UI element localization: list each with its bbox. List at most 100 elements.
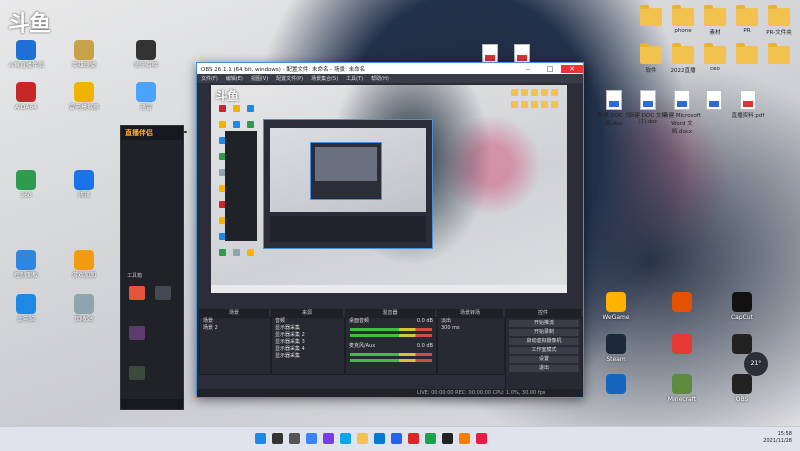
edge-icon[interactable]: [340, 433, 351, 444]
live-companion-window[interactable]: 直播伴侣 工具箱: [120, 125, 187, 410]
chrome-icon[interactable]: [425, 433, 436, 444]
obs-icon[interactable]: [442, 433, 453, 444]
desktop-icon[interactable]: 360: [2, 170, 50, 199]
pdf-file-icon[interactable]: [740, 90, 756, 110]
pdf-file-icon[interactable]: [514, 44, 530, 64]
desktop-icon[interactable]: 游戏加加: [60, 250, 108, 279]
desktop-icon[interactable]: [658, 334, 706, 356]
settings-icon[interactable]: [129, 366, 145, 380]
source-item[interactable]: 音频: [272, 318, 344, 325]
folder-icon[interactable]: [672, 43, 694, 64]
close-icon[interactable]: ✕: [561, 64, 583, 73]
transitions-panel[interactable]: 淡出 300 ms: [437, 317, 505, 375]
obs-preview[interactable]: 斗鱼: [211, 85, 567, 293]
sidebar-item-tools[interactable]: 工具箱: [127, 272, 142, 279]
folder-icon[interactable]: [768, 43, 790, 64]
control-button[interactable]: 工作室模式: [509, 347, 579, 354]
scenes-panel[interactable]: 场景 场景 2: [199, 317, 271, 375]
transition-type-select[interactable]: 淡出: [438, 318, 504, 325]
wps-icon[interactable]: [408, 433, 419, 444]
menu-item[interactable]: 文件(F): [201, 75, 218, 82]
word-file-icon[interactable]: [674, 90, 690, 110]
taskview-icon[interactable]: [289, 433, 300, 444]
source-item[interactable]: 显示器采集 3: [272, 339, 344, 346]
menu-item[interactable]: 配置文件(P): [276, 75, 303, 82]
folder-icon[interactable]: [672, 5, 694, 26]
control-button[interactable]: 开始录制: [509, 329, 579, 336]
scene-item[interactable]: 场景 2: [200, 325, 270, 332]
chat-icon[interactable]: [323, 433, 334, 444]
desktop-icon[interactable]: 腾讯: [60, 170, 108, 199]
desktop-icon[interactable]: 迅雷: [122, 82, 170, 111]
desktop-icon[interactable]: [658, 292, 706, 314]
app-icon: [74, 40, 94, 60]
menu-item[interactable]: 视图(V): [251, 75, 268, 82]
widgets-icon[interactable]: [306, 433, 317, 444]
folder-icon[interactable]: [640, 5, 662, 26]
system-tray-clock[interactable]: 15:58 2021/11/28: [763, 431, 792, 445]
menu-item[interactable]: 编辑(E): [226, 75, 243, 82]
folder-label: ceo: [710, 66, 720, 72]
word-file-icon[interactable]: [706, 90, 722, 110]
live-icon[interactable]: [476, 433, 487, 444]
desktop-icon[interactable]: OBS: [718, 374, 766, 403]
file-label: 新建 Microsoft Word 文档.docx: [663, 113, 701, 135]
minimize-icon[interactable]: –: [517, 65, 539, 73]
maximize-icon[interactable]: □: [539, 65, 561, 73]
folder-icon[interactable]: [640, 43, 662, 64]
word-file-icon[interactable]: [640, 90, 656, 110]
desktop-icon[interactable]: 使命召唤: [122, 40, 170, 69]
desktop-icon[interactable]: 斗鱼直播伴侣: [2, 40, 50, 69]
menu-item[interactable]: 工具(T): [346, 75, 363, 82]
desktop-icon[interactable]: CapCut: [718, 292, 766, 321]
gift-icon[interactable]: [129, 326, 145, 340]
pdf-file-icon[interactable]: [482, 44, 498, 64]
live-room-icon[interactable]: [129, 286, 145, 300]
desktop-icon[interactable]: 控制面板: [2, 250, 50, 279]
folder-icon[interactable]: [704, 5, 726, 26]
control-button[interactable]: 开始推流: [509, 320, 579, 327]
desktop-icon[interactable]: Steam: [592, 334, 640, 363]
desktop-icon[interactable]: WeGame: [592, 292, 640, 321]
desktop-icon-label: 腾讯: [77, 192, 90, 199]
explorer-icon[interactable]: [357, 433, 368, 444]
source-item[interactable]: 显示器采集: [272, 325, 344, 332]
audio-meter: [350, 334, 432, 337]
app-icon: [136, 40, 156, 60]
obs-window[interactable]: OBS 26.1.1 (64 bit, windows) - 配置文件: 未命名…: [196, 62, 584, 398]
desktop-icon[interactable]: 英雄联盟: [60, 40, 108, 69]
control-button[interactable]: 启动虚拟摄像机: [509, 338, 579, 345]
store-icon[interactable]: [374, 433, 385, 444]
desktop-icon-label: OBS: [735, 396, 749, 403]
desktop-icon[interactable]: Minecraft: [658, 374, 706, 403]
folder-icon[interactable]: [704, 43, 726, 64]
source-item[interactable]: 显示器采集: [272, 353, 344, 360]
word-file-icon[interactable]: [606, 90, 622, 110]
obs-titlebar[interactable]: OBS 26.1.1 (64 bit, windows) - 配置文件: 未命名…: [197, 63, 583, 74]
douyu-icon[interactable]: [459, 433, 470, 444]
folder-icon[interactable]: [736, 5, 758, 26]
transition-duration-field[interactable]: 300 ms: [438, 325, 504, 332]
barrage-icon[interactable]: [155, 286, 171, 300]
sources-panel[interactable]: 音频 显示器采集 显示器采集 2 显示器采集 3 显示器采集 4 显示器采集: [271, 317, 345, 375]
weather-bubble[interactable]: 21°: [744, 352, 768, 376]
desktop-icon[interactable]: 此电脑: [2, 294, 50, 323]
source-item[interactable]: 显示器采集 4: [272, 346, 344, 353]
folder-icon[interactable]: [736, 43, 758, 64]
search-icon[interactable]: [272, 433, 283, 444]
app-icon: [16, 250, 36, 270]
source-item[interactable]: 显示器采集 2: [272, 332, 344, 339]
start-icon[interactable]: [255, 433, 266, 444]
control-button[interactable]: 退出: [509, 365, 579, 372]
desktop-icon[interactable]: 回收站: [60, 294, 108, 323]
desktop-icon[interactable]: [592, 374, 640, 396]
desktop-icon[interactable]: AIDA64: [2, 82, 50, 111]
desktop-icon[interactable]: 雷电模拟器: [60, 82, 108, 111]
mixer-panel[interactable]: 桌面音频 0.0 dB 麦克风/Aux 0.0 dB: [345, 317, 437, 375]
scene-item[interactable]: 场景: [200, 318, 270, 325]
menu-item[interactable]: 场景集合(S): [311, 75, 338, 82]
mail-icon[interactable]: [391, 433, 402, 444]
folder-icon[interactable]: [768, 5, 790, 26]
control-button[interactable]: 设置: [509, 356, 579, 363]
menu-item[interactable]: 帮助(H): [371, 75, 389, 82]
